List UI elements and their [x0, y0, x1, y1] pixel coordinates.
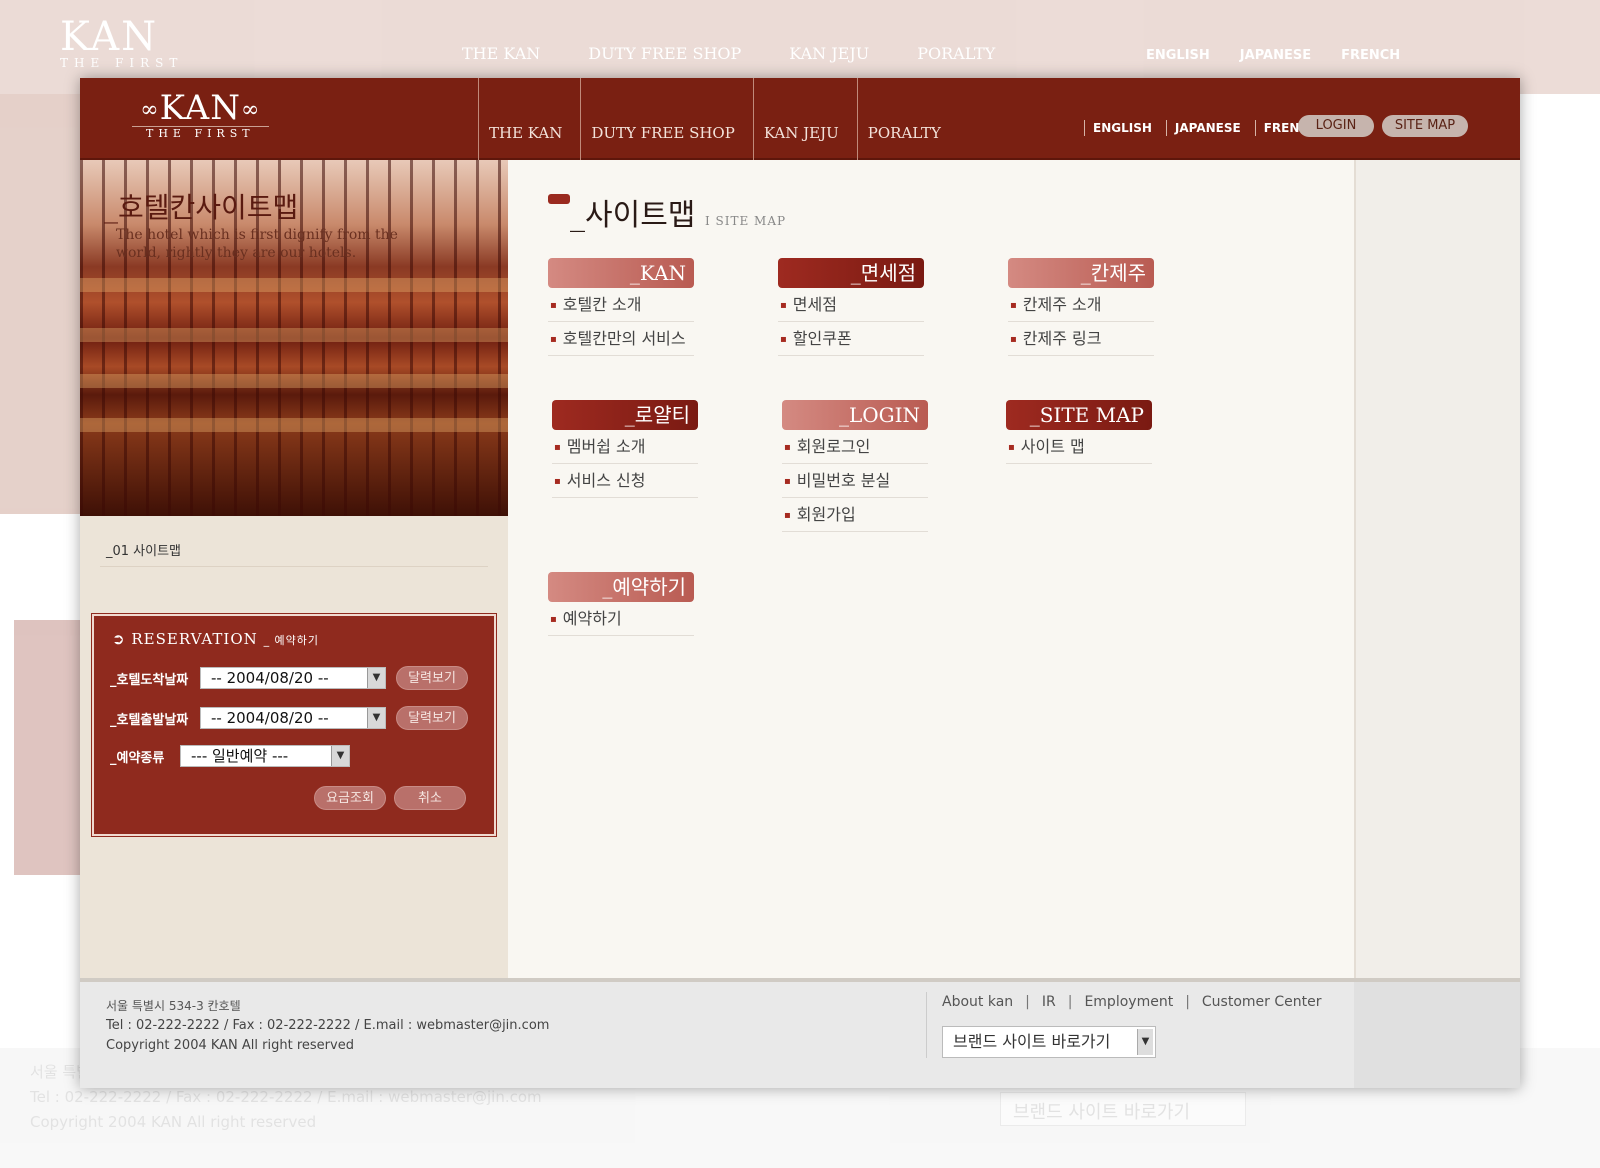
- reservation-title: ➲ RESERVATION _ 예약하기: [112, 630, 320, 648]
- chevron-down-icon: ▼: [367, 668, 385, 688]
- left-column: _호텔칸사이트맵 The hotel which is first dignif…: [80, 160, 508, 978]
- link-jeju-links[interactable]: 칸제주 링크: [1008, 322, 1154, 356]
- lang-english[interactable]: ENGLISH: [1084, 120, 1166, 136]
- footer-right-strip: [1354, 982, 1520, 1088]
- hero-image: _호텔칸사이트맵 The hotel which is first dignif…: [80, 160, 508, 516]
- footer-divider: [926, 992, 927, 1058]
- ornament-icon: ∞: [140, 97, 160, 123]
- link-member-login[interactable]: 회원로그인: [782, 430, 928, 464]
- ghost-logo: KAN THE FIRST: [60, 14, 184, 70]
- link-coupon[interactable]: 할인쿠폰: [778, 322, 924, 356]
- category-reservation: _예약하기 예약하기: [548, 572, 694, 636]
- arrival-label: _호텔도착날짜: [110, 672, 189, 688]
- ghost-left: [0, 94, 80, 514]
- link-reservation[interactable]: 예약하기: [548, 602, 694, 636]
- footer-address: 서울 특별시 534-3 칸호텔: [106, 999, 241, 1013]
- title-bullet-icon: [548, 194, 570, 204]
- category-duty-free: _면세점 면세점 할인쿠폰: [778, 258, 924, 356]
- category-login: _LOGIN 회원로그인 비밀번호 분실 회원가입: [782, 400, 928, 532]
- chevron-down-icon: ▼: [1137, 1029, 1153, 1055]
- nav-duty-free-shop[interactable]: DUTY FREE SHOP: [580, 78, 752, 160]
- hero-title: _호텔칸사이트맵: [104, 191, 299, 224]
- footer-copyright: Copyright 2004 KAN All right reserved: [106, 1038, 354, 1053]
- main-nav: THE KAN DUTY FREE SHOP KAN JEJU PORALTY: [478, 78, 959, 160]
- ghost-reservation: [14, 620, 84, 875]
- footer-link-about[interactable]: About kan: [942, 994, 1025, 1010]
- reservation-panel: ➲ RESERVATION _ 예약하기 _호텔도착날짜 -- 2004/08/…: [91, 613, 497, 837]
- arrival-calendar-button[interactable]: 달력보기: [396, 666, 468, 690]
- page-title: _사이트맵 I SITE MAP: [548, 190, 786, 234]
- language-links: ENGLISH JAPANESE FRENCH: [1084, 120, 1332, 136]
- category-head-reservation[interactable]: _예약하기: [548, 572, 694, 602]
- type-row: _예약종류 --- 일반예약 --- ▼: [110, 744, 350, 768]
- ghost-nav: THE KAN DUTY FREE SHOP KAN JEJU PORALTY: [462, 44, 996, 63]
- footer-link-employment[interactable]: Employment: [1084, 994, 1185, 1010]
- ornament-icon: ∞: [240, 97, 261, 123]
- cancel-button[interactable]: 취소: [394, 786, 466, 810]
- right-strip: [1354, 160, 1520, 978]
- link-join[interactable]: 회원가입: [782, 498, 928, 532]
- category-head-sitemap[interactable]: _SITE MAP: [1006, 400, 1152, 430]
- arrival-row: _호텔도착날짜 -- 2004/08/20 -- ▼ 달력보기: [110, 666, 468, 690]
- nav-the-kan[interactable]: THE KAN: [478, 78, 580, 160]
- departure-calendar-button[interactable]: 달력보기: [396, 706, 468, 730]
- footer-contact: Tel : 02-222-2222 / Fax : 02-222-2222 / …: [106, 1018, 550, 1033]
- footer-link-ir[interactable]: IR: [1042, 994, 1068, 1010]
- link-duty-free[interactable]: 면세점: [778, 288, 924, 322]
- login-button[interactable]: LOGIN: [1298, 115, 1374, 137]
- category-head-loyalty[interactable]: _로얄티: [552, 400, 698, 430]
- category-kan-jeju: _칸제주 칸제주 소개 칸제주 링크: [1008, 258, 1154, 356]
- hero-subtitle: The hotel which is first dignify from th…: [116, 227, 398, 261]
- chevron-down-icon: ▼: [367, 708, 385, 728]
- link-hotel-service[interactable]: 호텔칸만의 서비스: [548, 322, 694, 356]
- footer-info: 서울 특별시 534-3 칸호텔 Tel : 02-222-2222 / Fax…: [106, 996, 549, 1056]
- logo-sub: THE FIRST: [132, 126, 269, 141]
- breadcrumb: _01 사이트맵: [106, 544, 182, 559]
- link-sitemap[interactable]: 사이트 맵: [1006, 430, 1152, 464]
- category-head-kan-jeju[interactable]: _칸제주: [1008, 258, 1154, 288]
- link-membership[interactable]: 멤버쉽 소개: [552, 430, 698, 464]
- departure-label: _호텔출발날짜: [110, 712, 189, 728]
- departure-date-select[interactable]: -- 2004/08/20 -- ▼: [200, 707, 386, 729]
- footer: 서울 특별시 534-3 칸호텔 Tel : 02-222-2222 / Fax…: [80, 978, 1520, 1088]
- category-sitemap: _SITE MAP 사이트 맵: [1006, 400, 1152, 464]
- nav-poralty[interactable]: PORALTY: [856, 78, 959, 160]
- arrival-date-select[interactable]: -- 2004/08/20 -- ▼: [200, 667, 386, 689]
- brand-site-select[interactable]: 브랜드 사이트 바로가기 ▼: [942, 1026, 1156, 1058]
- logo[interactable]: ∞KAN∞ THE FIRST: [132, 88, 269, 141]
- departure-row: _호텔출발날짜 -- 2004/08/20 -- ▼ 달력보기: [110, 706, 468, 730]
- lang-japanese[interactable]: JAPANESE: [1165, 120, 1255, 136]
- site-window: ∞KAN∞ THE FIRST THE KAN DUTY FREE SHOP K…: [80, 78, 1520, 1088]
- link-lost-password[interactable]: 비밀번호 분실: [782, 464, 928, 498]
- category-head-duty-free[interactable]: _면세점: [778, 258, 924, 288]
- link-hotel-intro[interactable]: 호텔칸 소개: [548, 288, 694, 322]
- ghost-brand-select: 브랜드 사이트 바로가기: [1000, 1092, 1246, 1126]
- sitemap-content: _사이트맵 I SITE MAP _KAN 호텔칸 소개 호텔칸만의 서비스 _…: [508, 160, 1354, 978]
- rate-search-button[interactable]: 요금조회: [314, 786, 386, 810]
- nav-kan-jeju[interactable]: KAN JEJU: [752, 78, 857, 160]
- arrow-circle-icon: ➲: [112, 630, 126, 648]
- type-label: _예약종류: [110, 750, 165, 766]
- link-jeju-intro[interactable]: 칸제주 소개: [1008, 288, 1154, 322]
- footer-link-customer-center[interactable]: Customer Center: [1202, 994, 1334, 1010]
- reservation-type-select[interactable]: --- 일반예약 --- ▼: [180, 745, 350, 767]
- footer-links: About kan | IR | Employment | Customer Cent…: [942, 994, 1333, 1010]
- divider: [100, 566, 488, 567]
- category-loyalty: _로얄티 멤버쉽 소개 서비스 신청: [552, 400, 698, 498]
- chevron-down-icon: ▼: [331, 746, 349, 766]
- link-service-apply[interactable]: 서비스 신청: [552, 464, 698, 498]
- header: ∞KAN∞ THE FIRST THE KAN DUTY FREE SHOP K…: [80, 78, 1520, 160]
- sitemap-button[interactable]: SITE MAP: [1382, 115, 1468, 137]
- category-head-login[interactable]: _LOGIN: [782, 400, 928, 430]
- category-head-kan[interactable]: _KAN: [548, 258, 694, 288]
- ghost-lang: ENGLISH JAPANESE FRENCH: [1146, 48, 1401, 63]
- category-kan: _KAN 호텔칸 소개 호텔칸만의 서비스: [548, 258, 694, 356]
